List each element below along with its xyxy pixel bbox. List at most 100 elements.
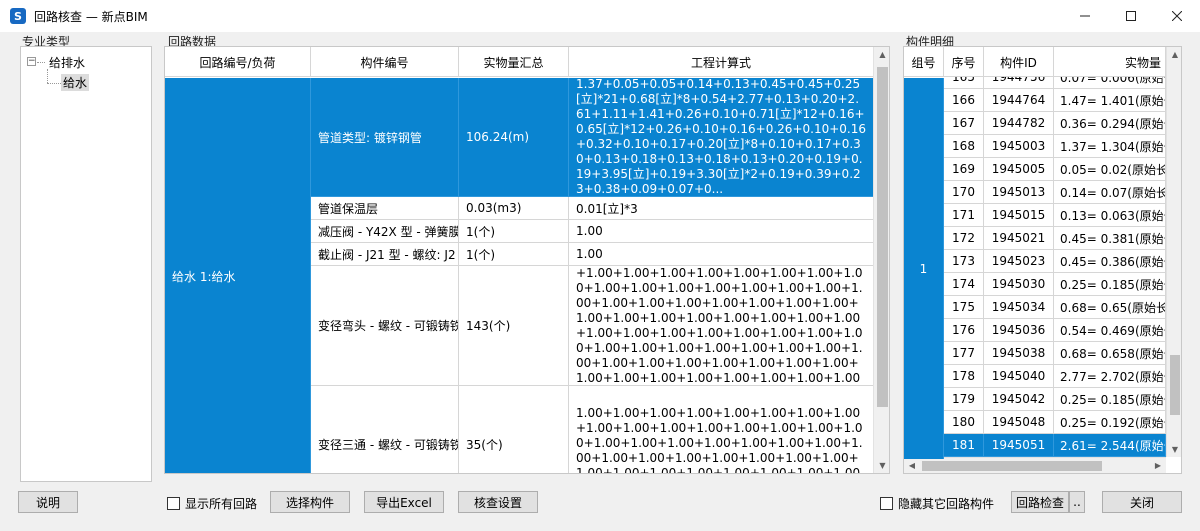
column-header-formula[interactable]: 工程计算式 — [569, 47, 874, 77]
amount-cell[interactable]: 0.68= 0.65(原始长 — [1054, 296, 1166, 319]
component-id-cell[interactable]: 1944764 — [984, 89, 1054, 112]
hide-other-loops-checkbox[interactable] — [880, 497, 893, 510]
formula-cell[interactable]: 1.00+1.00+1.00+1.00+1.00+1.00+1.00+1.00+… — [569, 266, 874, 386]
detail-grid-hscrollbar[interactable]: ◀ ▶ — [904, 457, 1166, 473]
scrollbar-thumb[interactable] — [922, 461, 1102, 471]
maximize-button[interactable] — [1108, 0, 1154, 32]
scroll-down-icon[interactable]: ▼ — [1167, 445, 1181, 454]
tree-node-drainage[interactable]: 给排水 — [49, 54, 85, 71]
seq-cell[interactable]: 174 — [944, 273, 984, 296]
detail-row[interactable]: 168 1945003 1.37= 1.304(原始长 — [944, 135, 1166, 158]
seq-cell[interactable]: 177 — [944, 342, 984, 365]
hide-other-loops-option[interactable]: 隐藏其它回路构件 — [880, 495, 994, 512]
quantity-cell[interactable]: 1(个) — [459, 243, 569, 266]
component-cell[interactable]: 减压阀 - Y42X 型 - 弹簧膜 — [311, 220, 459, 243]
column-header-quantity[interactable]: 实物量汇总 — [459, 47, 569, 77]
formula-cell[interactable]: 1.00 — [569, 220, 874, 243]
column-header-loop[interactable]: 回路编号/负荷 — [165, 47, 311, 77]
detail-row[interactable]: 172 1945021 0.45= 0.381(原始长 — [944, 227, 1166, 250]
amount-cell[interactable]: 0.13= 0.063(原始长 — [1054, 204, 1166, 227]
detail-row[interactable]: 174 1945030 0.25= 0.185(原始长 — [944, 273, 1166, 296]
component-id-cell[interactable]: 1945038 — [984, 342, 1054, 365]
seq-cell[interactable]: 179 — [944, 388, 984, 411]
component-id-cell[interactable]: 1945015 — [984, 204, 1054, 227]
component-id-cell[interactable]: 1945048 — [984, 411, 1054, 434]
component-cell[interactable]: 管道类型: 镀锌钢管 — [311, 78, 459, 197]
amount-cell[interactable]: 2.61= 2.544(原始长 — [1054, 434, 1166, 457]
component-cell[interactable]: 变径弯头 - 螺纹 - 可锻铸铁 — [311, 266, 459, 386]
seq-cell[interactable]: 169 — [944, 158, 984, 181]
quantity-cell[interactable]: 106.24(m) — [459, 78, 569, 197]
component-cell[interactable]: 管道保温层 — [311, 197, 459, 220]
detail-row[interactable]: 166 1944764 1.47= 1.401(原始长 — [944, 89, 1166, 112]
component-id-cell[interactable]: 1945023 — [984, 250, 1054, 273]
seq-cell[interactable]: 181 — [944, 434, 984, 457]
amount-cell[interactable]: 0.25= 0.185(原始长 — [1054, 273, 1166, 296]
component-id-cell[interactable]: 1945051 — [984, 434, 1054, 457]
component-id-cell[interactable]: 1945034 — [984, 296, 1054, 319]
amount-cell[interactable]: 0.54= 0.469(原始长 — [1054, 319, 1166, 342]
seq-cell[interactable]: 176 — [944, 319, 984, 342]
component-id-cell[interactable]: 1945036 — [984, 319, 1054, 342]
component-id-cell[interactable]: 1944782 — [984, 112, 1054, 135]
amount-cell[interactable]: 0.36= 0.294(原始长 — [1054, 112, 1166, 135]
column-header-amount[interactable]: 实物量 — [1054, 47, 1166, 77]
detail-row[interactable]: 173 1945023 0.45= 0.386(原始长 — [944, 250, 1166, 273]
column-header-id[interactable]: 构件ID — [984, 47, 1054, 77]
seq-cell[interactable]: 167 — [944, 112, 984, 135]
seq-cell[interactable]: 180 — [944, 411, 984, 434]
seq-cell[interactable]: 171 — [944, 204, 984, 227]
scroll-right-icon[interactable]: ▶ — [1152, 461, 1164, 470]
scrollbar-thumb[interactable] — [1170, 355, 1180, 415]
loop-cell[interactable]: 给水 1:给水 — [165, 78, 311, 473]
amount-cell[interactable]: 0.45= 0.386(原始长 — [1054, 250, 1166, 273]
formula-cell[interactable]: 1.37+0.05+0.05+0.14+0.13+0.45+0.45+0.25[… — [569, 78, 874, 197]
amount-cell[interactable]: 0.05= 0.02(原始长 — [1054, 158, 1166, 181]
seq-cell[interactable]: 178 — [944, 365, 984, 388]
detail-row[interactable]: 175 1945034 0.68= 0.65(原始长 — [944, 296, 1166, 319]
column-header-seq[interactable]: 序号 — [944, 47, 984, 77]
detail-row[interactable]: 176 1945036 0.54= 0.469(原始长 — [944, 319, 1166, 342]
detail-row[interactable]: 179 1945042 0.25= 0.185(原始长 — [944, 388, 1166, 411]
check-settings-button[interactable]: 核查设置 — [458, 491, 538, 513]
scrollbar-thumb[interactable] — [877, 67, 888, 407]
detail-row[interactable]: 171 1945015 0.13= 0.063(原始长 — [944, 204, 1166, 227]
close-window-button[interactable] — [1154, 0, 1200, 32]
collapse-icon[interactable]: − — [27, 57, 36, 66]
component-id-cell[interactable]: 1945040 — [984, 365, 1054, 388]
export-excel-button[interactable]: 导出Excel — [364, 491, 444, 513]
component-id-cell[interactable]: 1945021 — [984, 227, 1054, 250]
formula-cell[interactable]: 1.00+1.00+1.00+1.00+1.00+1.00+1.00+1.00+… — [569, 386, 874, 473]
detail-row[interactable]: 177 1945038 0.68= 0.658(原始长 — [944, 342, 1166, 365]
component-id-cell[interactable]: 1945003 — [984, 135, 1054, 158]
detail-row[interactable]: 178 1945040 2.77= 2.702(原始长 — [944, 365, 1166, 388]
main-grid-scrollbar[interactable]: ▲ ▼ — [873, 47, 889, 473]
amount-cell[interactable]: 0.45= 0.381(原始长 — [1054, 227, 1166, 250]
quantity-cell[interactable]: 35(个) — [459, 386, 569, 473]
show-all-loops-option[interactable]: 显示所有回路 — [167, 495, 257, 512]
quantity-cell[interactable]: 1(个) — [459, 220, 569, 243]
formula-cell[interactable]: 0.01[立]*3 — [569, 197, 874, 220]
loop-check-button[interactable]: 回路检查 — [1011, 491, 1069, 513]
seq-cell[interactable]: 172 — [944, 227, 984, 250]
group-cell[interactable]: 1 — [904, 78, 944, 459]
component-id-cell[interactable]: 1945013 — [984, 181, 1054, 204]
scroll-up-icon[interactable]: ▲ — [874, 50, 889, 59]
scroll-up-icon[interactable]: ▲ — [1167, 50, 1181, 59]
tree-node-water-supply[interactable]: 给水 — [61, 74, 90, 91]
detail-grid-vscrollbar[interactable]: ▲ ▼ — [1166, 47, 1181, 457]
column-header-component[interactable]: 构件编号 — [311, 47, 459, 77]
amount-cell[interactable]: 2.77= 2.702(原始长 — [1054, 365, 1166, 388]
detail-row[interactable]: 169 1945005 0.05= 0.02(原始长 — [944, 158, 1166, 181]
scroll-left-icon[interactable]: ◀ — [906, 461, 918, 470]
amount-cell[interactable]: 0.25= 0.192(原始长 — [1054, 411, 1166, 434]
detail-row[interactable]: 167 1944782 0.36= 0.294(原始长 — [944, 112, 1166, 135]
seq-cell[interactable]: 175 — [944, 296, 984, 319]
quantity-cell[interactable]: 0.03(m3) — [459, 197, 569, 220]
amount-cell[interactable]: 0.25= 0.185(原始长 — [1054, 388, 1166, 411]
scroll-down-icon[interactable]: ▼ — [874, 461, 889, 470]
amount-cell[interactable]: 1.47= 1.401(原始长 — [1054, 89, 1166, 112]
show-all-loops-checkbox[interactable] — [167, 497, 180, 510]
loop-check-more-button[interactable]: .. — [1069, 491, 1085, 513]
amount-cell[interactable]: 0.68= 0.658(原始长 — [1054, 342, 1166, 365]
